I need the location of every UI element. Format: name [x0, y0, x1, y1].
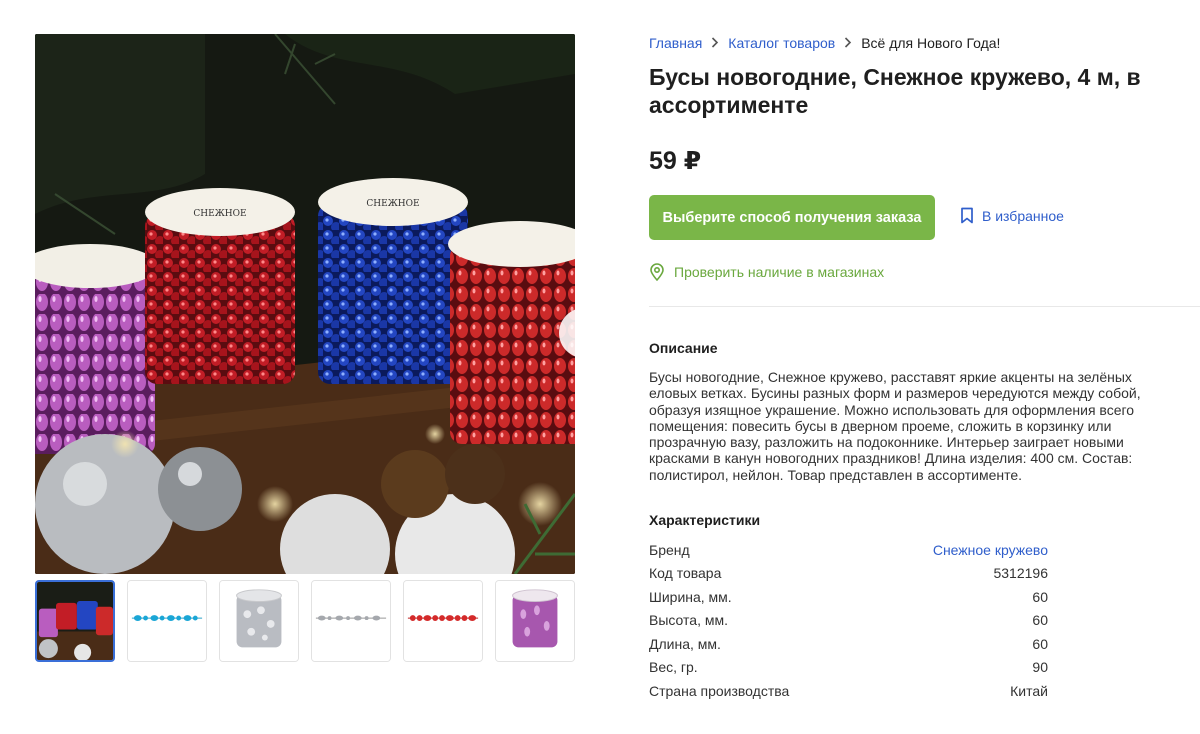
breadcrumb: Главная Каталог товаров Всё для Нового Г…: [649, 35, 1000, 51]
bookmark-icon: [961, 207, 973, 224]
favorites-label: В избранное: [982, 207, 1064, 224]
spec-row-width: Ширина, мм. 60: [649, 585, 1048, 609]
description-heading: Описание: [649, 340, 718, 356]
chevron-right-icon: [844, 36, 852, 51]
choose-delivery-button[interactable]: Выберите способ получения заказа: [649, 195, 935, 240]
product-title: Бусы новогодние, Снежное кружево, 4 м, в…: [649, 64, 1141, 118]
specs-heading: Характеристики: [649, 512, 761, 528]
spec-label: Длина, мм.: [649, 635, 721, 652]
gallery-thumbnails: [35, 580, 575, 662]
divider: [649, 306, 1200, 307]
thumbnail-red-beads: [404, 581, 482, 661]
spec-label: Вес, гр.: [649, 659, 698, 676]
product-price: 59 ₽: [649, 147, 702, 175]
thumbnail-blue-beads: [128, 581, 206, 661]
product-photo: СНЕЖНОЕ СНЕЖНОЕ: [35, 34, 575, 574]
thumbnail-silver-beads: [312, 581, 390, 661]
spec-value: 60: [1032, 635, 1048, 652]
brand-link[interactable]: Снежное кружево: [933, 542, 1048, 558]
product-main-image[interactable]: СНЕЖНОЕ СНЕЖНОЕ: [35, 34, 575, 574]
svg-text:СНЕЖНОЕ: СНЕЖНОЕ: [193, 209, 246, 219]
thumbnail-6[interactable]: [495, 580, 575, 662]
check-stock-link[interactable]: Проверить наличие в магазинах: [649, 263, 884, 281]
thumbnail-5[interactable]: [403, 580, 483, 662]
location-pin-icon: [650, 263, 664, 281]
spec-row-weight: Вес, гр. 90: [649, 656, 1048, 680]
spec-label: Высота, мм.: [649, 612, 728, 629]
breadcrumb-current: Всё для Нового Года!: [861, 35, 1001, 51]
thumbnail-2[interactable]: [127, 580, 207, 662]
spec-label: Страна производства: [649, 682, 790, 699]
add-to-favorites-button[interactable]: В избранное: [960, 207, 1064, 224]
breadcrumb-home-link[interactable]: Главная: [649, 35, 702, 51]
specs-table: Бренд Снежное кружево Код товара 5312196…: [649, 538, 1048, 703]
description-text: Бусы новогодние, Снежное кружево, расста…: [649, 369, 1141, 483]
spec-row-country: Страна производства Китай: [649, 679, 1048, 703]
thumbnail-4[interactable]: [311, 580, 391, 662]
spec-value: 60: [1032, 612, 1048, 629]
spec-value: Китай: [1010, 682, 1048, 699]
spec-value: 90: [1032, 659, 1048, 676]
spec-row-brand: Бренд Снежное кружево: [649, 538, 1048, 562]
check-stock-label: Проверить наличие в магазинах: [674, 264, 885, 280]
thumbnail-silver-jar: [220, 581, 298, 661]
spec-label: Ширина, мм.: [649, 588, 732, 605]
spec-value: 60: [1032, 588, 1048, 605]
svg-text:СНЕЖНОЕ: СНЕЖНОЕ: [366, 199, 419, 209]
chevron-right-icon: [711, 36, 719, 51]
spec-value: 5312196: [993, 565, 1048, 582]
breadcrumb-catalog-link[interactable]: Каталог товаров: [728, 35, 835, 51]
thumbnail-jars-photo: [37, 582, 113, 660]
spec-label: Бренд: [649, 541, 690, 558]
thumbnail-3[interactable]: [219, 580, 299, 662]
spec-row-length: Длина, мм. 60: [649, 632, 1048, 656]
spec-row-height: Высота, мм. 60: [649, 609, 1048, 633]
thumbnail-purple-jar: [496, 581, 574, 661]
spec-row-code: Код товара 5312196: [649, 562, 1048, 586]
thumbnail-1[interactable]: [35, 580, 115, 662]
spec-label: Код товара: [649, 565, 722, 582]
